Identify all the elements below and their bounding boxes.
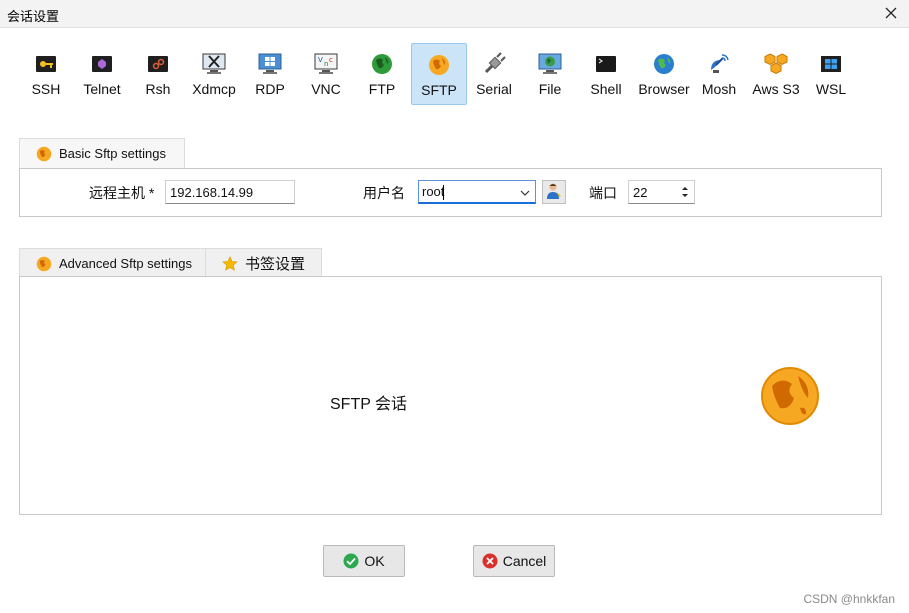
file-monitor-icon [538,52,562,76]
vnc-icon: Vnc [314,52,338,76]
svg-text:V: V [318,56,323,64]
username-combo[interactable]: root [418,180,536,204]
tab-bookmark-settings[interactable]: 书签设置 [205,248,322,278]
username-value: root [422,184,445,199]
sftp-globe-icon [36,146,52,162]
telnet-icon [90,52,114,76]
protocol-mosh[interactable]: Mosh [691,43,747,105]
ssh-key-icon [34,52,58,76]
protocol-serial[interactable]: Serial [466,43,522,105]
cancel-x-icon [482,553,498,569]
port-value: 22 [633,185,648,200]
rsh-icon [146,52,170,76]
remote-host-input[interactable]: 192.168.14.99 [165,180,295,204]
protocol-label: WSL [815,81,847,97]
protocol-sftp[interactable]: SFTP [411,43,467,105]
remote-host-label: 远程主机 * [89,185,155,201]
tab-label: 书签设置 [245,256,306,273]
spin-arrows-icon[interactable] [680,183,690,201]
tab-advanced-sftp-settings[interactable]: Advanced Sftp settings [19,248,206,278]
tab-basic-sftp-settings[interactable]: Basic Sftp settings [19,138,185,168]
check-icon [343,553,359,569]
ftp-globe-icon [370,52,394,76]
port-spinbox[interactable]: 22 [628,180,695,204]
protocol-xdmcp[interactable]: Xdmcp [186,43,242,105]
tab-label: Basic Sftp settings [59,146,166,161]
sftp-large-globe-icon [760,366,820,426]
protocol-vnc[interactable]: Vnc VNC [298,43,354,105]
xdmcp-icon [202,52,226,76]
svg-text:n: n [324,60,328,68]
protocol-ftp[interactable]: FTP [354,43,410,105]
protocol-rsh[interactable]: Rsh [130,43,186,105]
title-bar: 会话设置 [0,0,909,28]
sftp-globe-icon [427,53,451,77]
close-icon[interactable] [881,3,901,23]
protocol-browser[interactable]: Browser [636,43,692,105]
username-label: 用户名 [363,185,405,201]
session-panel [19,276,882,515]
mosh-satellite-icon [707,52,731,76]
serial-plug-icon [482,52,506,76]
user-manager-icon [545,182,563,203]
ok-label: OK [364,553,385,569]
session-title: SFTP 会话 [330,396,408,413]
protocol-rdp[interactable]: RDP [242,43,298,105]
port-label: 端口 [589,185,617,201]
protocol-telnet[interactable]: Telnet [74,43,130,105]
aws-s3-cubes-icon [764,52,788,76]
wsl-windows-icon [819,52,843,76]
watermark: CSDN @hnkkfan [803,592,895,606]
text-caret [443,185,444,200]
sftp-globe-icon [36,256,52,272]
ok-button[interactable]: OK [323,545,405,577]
user-manager-button[interactable] [542,180,566,204]
cancel-button[interactable]: Cancel [473,545,555,577]
protocol-toolbar: SSH Telnet Rsh Xdmcp RDP Vnc VNC FTP SFT… [24,43,864,105]
shell-terminal-icon [594,52,618,76]
window-title: 会话设置 [7,9,60,24]
star-icon [222,255,238,272]
tab-label: Advanced Sftp settings [59,256,192,271]
browser-globe-icon [652,52,676,76]
rdp-windows-icon [258,52,282,76]
chevron-down-icon[interactable] [520,186,530,201]
cancel-label: Cancel [502,553,547,569]
protocol-aws-s3[interactable]: Aws S3 [748,43,804,105]
protocol-shell[interactable]: Shell [578,43,634,105]
svg-text:c: c [329,56,333,64]
protocol-wsl[interactable]: WSL [803,43,859,105]
protocol-file[interactable]: File [522,43,578,105]
protocol-ssh[interactable]: SSH [18,43,74,105]
